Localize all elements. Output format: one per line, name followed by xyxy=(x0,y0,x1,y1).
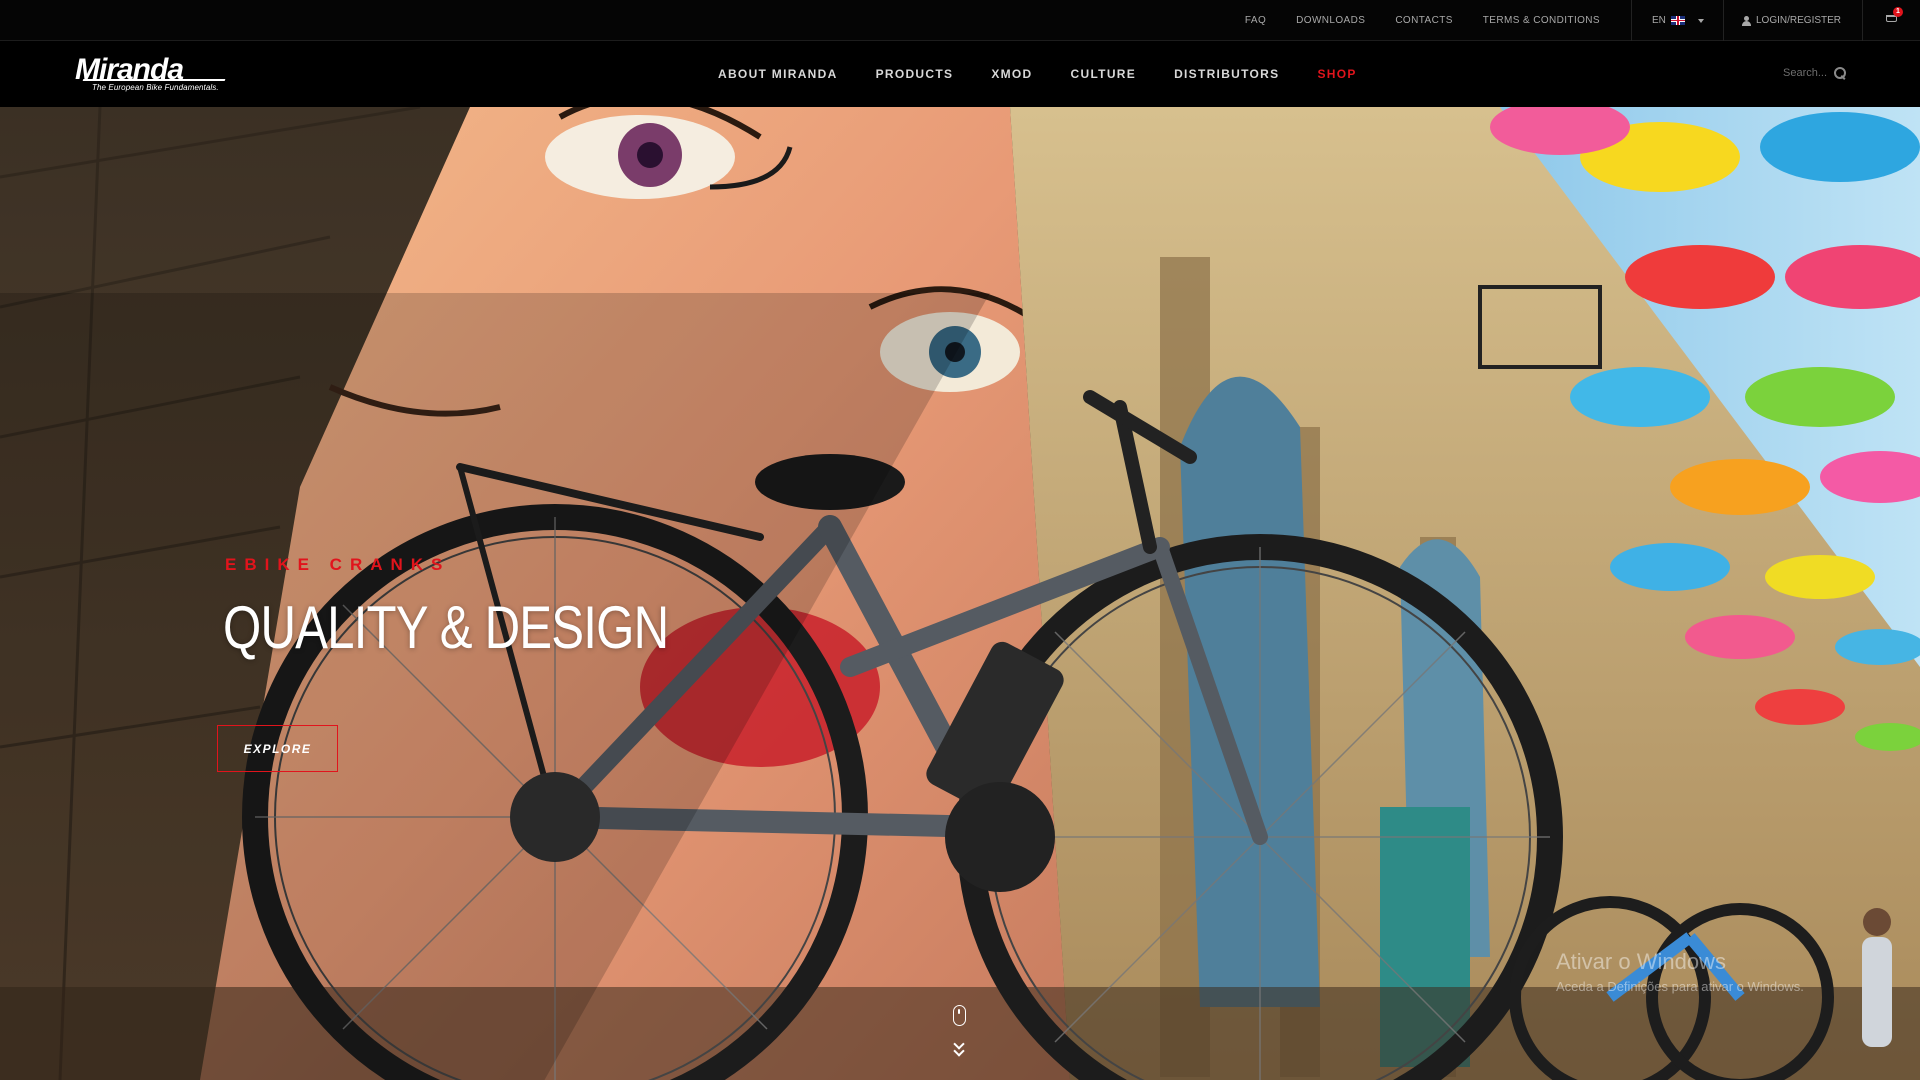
contacts-link[interactable]: CONTACTS xyxy=(1395,15,1452,26)
windows-activation-watermark: Ativar o Windows Aceda a Definições para… xyxy=(1556,949,1804,994)
language-selector[interactable]: EN xyxy=(1652,0,1704,41)
main-navigation: Miranda The European Bike Fundamentals. … xyxy=(0,41,1920,107)
cart-button[interactable]: 1 xyxy=(1886,7,1903,24)
logo-swoosh xyxy=(82,79,226,81)
nav-item-xmod[interactable]: XMOD xyxy=(991,67,1032,81)
user-icon xyxy=(1742,15,1751,26)
hero-eyebrow: EBIKE CRANKS xyxy=(225,555,451,574)
search-icon[interactable] xyxy=(1834,67,1846,79)
watermark-title: Ativar o Windows xyxy=(1556,949,1726,974)
login-label: LOGIN/REGISTER xyxy=(1756,15,1842,26)
nav-item-culture[interactable]: CULTURE xyxy=(1071,67,1137,81)
logo-tagline: The European Bike Fundamentals. xyxy=(92,83,219,92)
divider xyxy=(1862,0,1863,41)
hero-banner: EBIKE CRANKS QUALITY & DESIGN EXPLORE At… xyxy=(0,107,1920,1080)
divider xyxy=(1723,0,1724,41)
login-register-link[interactable]: LOGIN/REGISTER xyxy=(1742,0,1841,41)
search-input[interactable] xyxy=(1783,67,1829,79)
nav-item-distributors[interactable]: DISTRIBUTORS xyxy=(1174,67,1279,81)
mouse-scroll-icon[interactable] xyxy=(953,1005,966,1026)
chevron-down-icon xyxy=(1697,18,1704,23)
search-box xyxy=(1783,67,1846,79)
divider xyxy=(1631,0,1632,41)
double-chevron-down-icon[interactable] xyxy=(953,1038,965,1058)
hero-headline: QUALITY & DESIGN xyxy=(223,594,669,661)
nav-menu: ABOUT MIRANDA PRODUCTS XMOD CULTURE DIST… xyxy=(718,41,1395,107)
watermark-subtitle: Aceda a Definições para ativar o Windows… xyxy=(1556,979,1804,994)
explore-button[interactable]: EXPLORE xyxy=(217,725,338,772)
utility-links: FAQ DOWNLOADS CONTACTS TERMS & CONDITION… xyxy=(1245,0,1600,41)
nav-item-shop[interactable]: SHOP xyxy=(1317,67,1356,81)
faq-link[interactable]: FAQ xyxy=(1245,15,1266,26)
brand-logo[interactable]: Miranda The European Bike Fundamentals. xyxy=(75,55,226,95)
nav-item-about[interactable]: ABOUT MIRANDA xyxy=(718,67,838,81)
downloads-link[interactable]: DOWNLOADS xyxy=(1296,15,1365,26)
terms-link[interactable]: TERMS & CONDITIONS xyxy=(1483,15,1600,26)
language-label: EN xyxy=(1652,15,1666,26)
top-utility-bar: FAQ DOWNLOADS CONTACTS TERMS & CONDITION… xyxy=(0,0,1920,41)
cart-count-badge: 1 xyxy=(1893,7,1903,17)
nav-item-products[interactable]: PRODUCTS xyxy=(876,67,954,81)
flag-uk-icon xyxy=(1670,16,1685,25)
